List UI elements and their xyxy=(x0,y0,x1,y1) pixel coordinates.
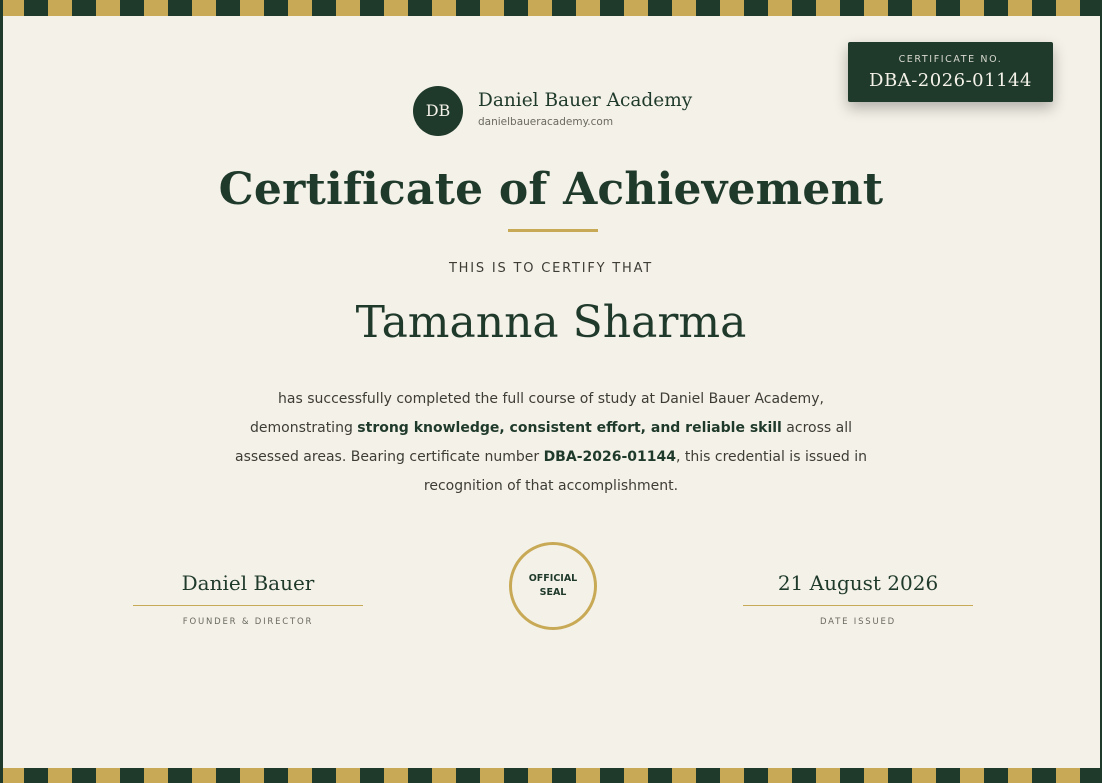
date-issued-value: 21 August 2026 xyxy=(777,571,939,595)
certificate-number-label: CERTIFICATE NO. xyxy=(898,54,1003,65)
certify-statement: THIS IS TO CERTIFY THAT xyxy=(448,261,654,276)
left-edge xyxy=(0,0,3,783)
date-line xyxy=(743,605,973,606)
body-text-emphasis-skills: strong knowledge, consistent effort, and… xyxy=(357,420,782,436)
signature-role: FOUNDER & DIRECTOR xyxy=(182,617,314,627)
certificate-body-text: has successfully completed the full cour… xyxy=(225,385,877,501)
body-text-emphasis-number: DBA-2026-01144 xyxy=(543,449,676,465)
date-issued-label: DATE ISSUED xyxy=(819,617,897,627)
signature-name: Daniel Bauer xyxy=(181,571,315,595)
academy-name: Daniel Bauer Academy xyxy=(478,90,693,111)
recipient-name: Tamanna Sharma xyxy=(355,297,747,348)
certificate-title: Certificate of Achievement xyxy=(218,164,884,215)
title-divider xyxy=(508,229,598,232)
academy-url: danielbaueracademy.com xyxy=(478,116,614,128)
top-decorative-border xyxy=(0,0,1102,16)
signature-line xyxy=(133,605,363,606)
certificate-number-value: DBA-2026-01144 xyxy=(869,70,1032,91)
certificate-number-badge: CERTIFICATE NO. DBA-2026-01144 xyxy=(848,42,1053,102)
bottom-decorative-border xyxy=(0,768,1102,783)
official-seal: OFFICIAL SEAL xyxy=(509,542,597,630)
seal-line-2: SEAL xyxy=(539,587,567,598)
seal-text: OFFICIAL SEAL xyxy=(512,572,594,600)
academy-logo: DB xyxy=(413,86,463,136)
seal-line-1: OFFICIAL xyxy=(528,573,578,584)
